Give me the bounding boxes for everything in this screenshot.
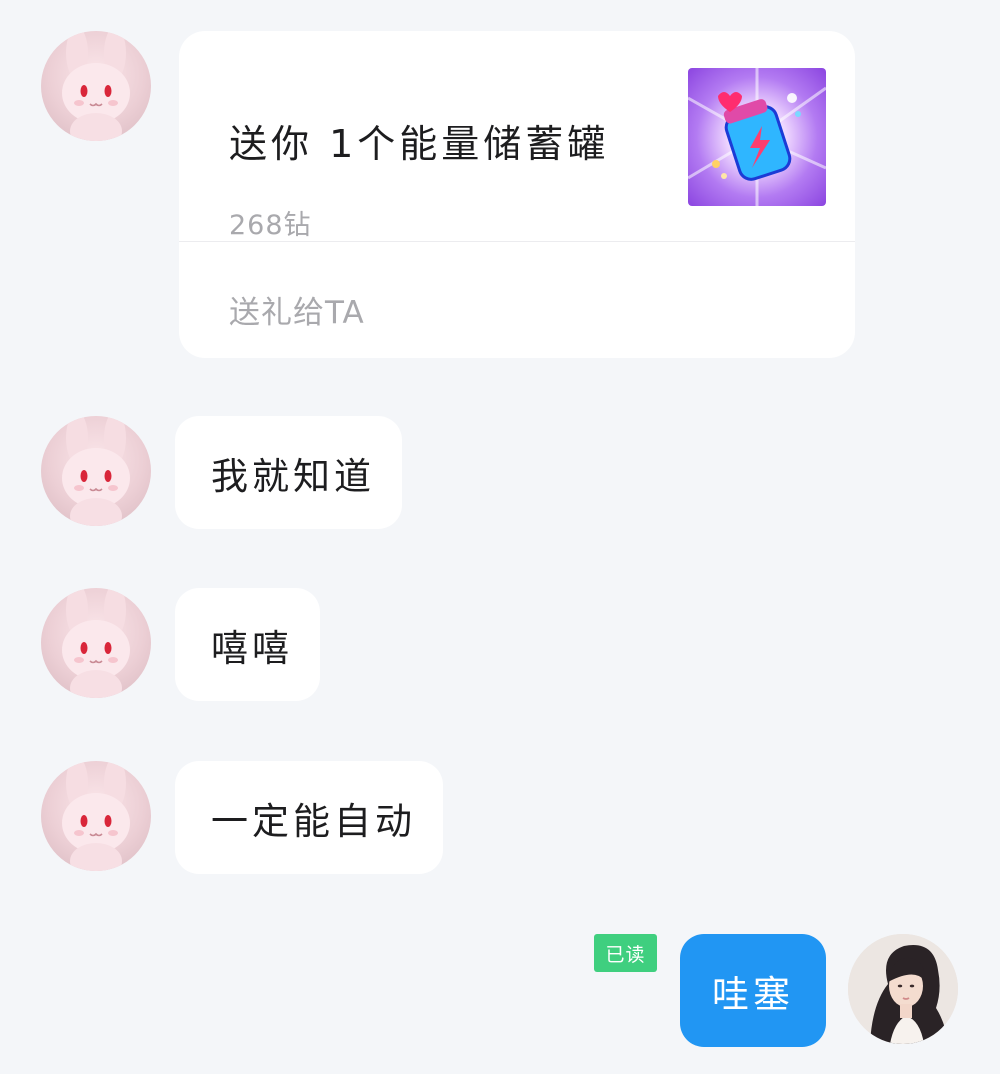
read-status-badge: 已读	[594, 934, 657, 972]
incoming-message-bubble[interactable]: 一定能自动	[175, 761, 443, 874]
bunny-avatar-icon	[62, 416, 130, 526]
message-text: 一定能自动	[211, 799, 416, 843]
send-gift-button[interactable]: 送礼给TA	[229, 287, 365, 332]
contact-avatar[interactable]	[41, 31, 151, 141]
energy-jar-icon	[688, 68, 826, 206]
contact-avatar[interactable]	[41, 588, 151, 698]
outgoing-message-bubble[interactable]: 哇塞	[680, 934, 826, 1047]
woman-portrait-avatar-icon	[848, 934, 958, 1044]
contact-avatar[interactable]	[41, 416, 151, 526]
incoming-message-bubble[interactable]: 我就知道	[175, 416, 402, 529]
gift-message-card[interactable]: 送你 1个能量储蓄罐 268钻 送礼给TA	[179, 31, 855, 358]
bunny-avatar-icon	[62, 31, 130, 141]
message-text: 我就知道	[211, 454, 375, 498]
chat-screen: 送你 1个能量储蓄罐 268钻 送礼给TA 我就知道 嘻嘻 一定能自动 已读 哇…	[0, 0, 1000, 1074]
contact-avatar[interactable]	[41, 761, 151, 871]
message-text: 哇塞	[712, 972, 794, 1016]
gift-title: 送你 1个能量储蓄罐	[229, 122, 610, 166]
bunny-avatar-icon	[62, 588, 130, 698]
bunny-avatar-icon	[62, 761, 130, 871]
incoming-message-bubble[interactable]: 嘻嘻	[175, 588, 320, 701]
gift-card-divider	[179, 241, 855, 242]
message-text: 嘻嘻	[211, 626, 293, 670]
gift-price: 268钻	[229, 210, 312, 241]
self-avatar[interactable]	[848, 934, 958, 1044]
